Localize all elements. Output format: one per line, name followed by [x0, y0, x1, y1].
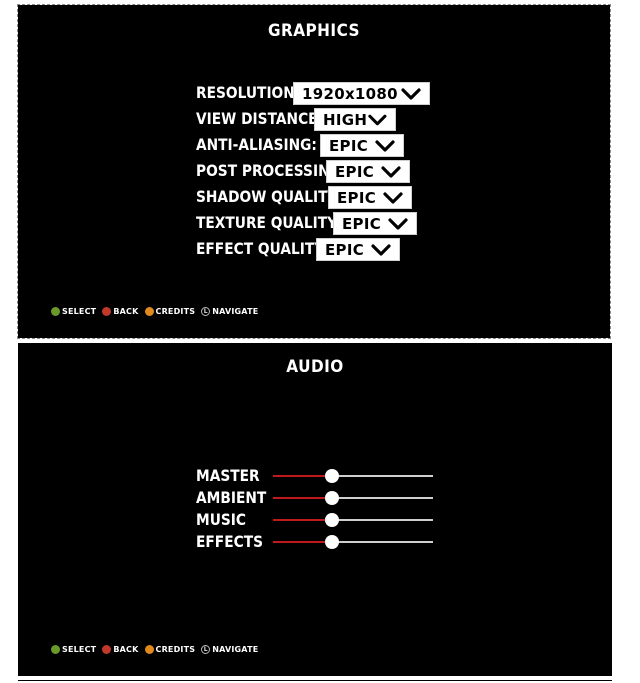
- effects-slider[interactable]: [273, 534, 433, 550]
- select-hint[interactable]: SELECT: [51, 307, 96, 316]
- slider-fill: [273, 475, 333, 477]
- green-button-icon: [51, 645, 60, 654]
- master-label: MASTER: [196, 466, 260, 485]
- credits-hint-label: CREDITS: [155, 645, 196, 654]
- ambient-label: AMBIENT: [196, 488, 267, 507]
- credits-hint-label: CREDITS: [155, 307, 196, 316]
- slider-fill: [273, 497, 333, 499]
- slider-fill: [273, 519, 333, 521]
- orange-button-icon: [144, 307, 154, 316]
- texture-quality-label: TEXTURE QUALITY:: [196, 213, 342, 232]
- select-hint-label: SELECT: [62, 645, 97, 654]
- graphics-panel: GRAPHICS RESOLUTION: 1920x1080 VIEW DIST…: [17, 4, 611, 339]
- effects-label: EFFECTS: [196, 532, 263, 551]
- select-hint[interactable]: SELECT: [51, 645, 96, 654]
- red-button-icon: [102, 307, 112, 316]
- audio-title: AUDIO: [286, 357, 344, 377]
- anti-aliasing-value: EPIC: [329, 136, 369, 155]
- slider-thumb[interactable]: [325, 513, 340, 527]
- navigate-hint-label: NAVIGATE: [212, 645, 259, 654]
- music-label: MUSIC: [196, 510, 247, 529]
- resolution-label: RESOLUTION:: [196, 83, 301, 102]
- chevron-down-icon: [375, 139, 395, 152]
- shadow-quality-label: SHADOW QUALITY:: [196, 187, 342, 206]
- chevron-down-icon: [383, 191, 403, 204]
- effect-quality-label: EFFECT QUALITY:: [196, 239, 329, 258]
- post-processing-value: EPIC: [335, 162, 375, 181]
- navigate-hint-label: NAVIGATE: [212, 307, 259, 316]
- texture-quality-value: EPIC: [342, 214, 382, 233]
- navigate-hint: L NAVIGATE: [201, 307, 258, 316]
- slider-thumb[interactable]: [325, 535, 340, 549]
- orange-button-icon: [144, 645, 154, 654]
- shadow-quality-dropdown[interactable]: EPIC: [328, 186, 412, 209]
- credits-hint[interactable]: CREDITS: [144, 645, 196, 654]
- resolution-dropdown[interactable]: 1920x1080: [293, 82, 430, 105]
- back-hint-label: BACK: [113, 307, 139, 316]
- left-stick-icon: L: [201, 307, 211, 316]
- chevron-down-icon: [381, 165, 401, 178]
- post-processing-dropdown[interactable]: EPIC: [326, 160, 410, 183]
- graphics-title: GRAPHICS: [267, 21, 361, 41]
- bottom-divider: [18, 680, 612, 681]
- navigate-hint: L NAVIGATE: [201, 645, 258, 654]
- view-distance-value: HIGH: [323, 110, 368, 129]
- audio-panel: AUDIO MASTER AMBIENT MUSIC EFFECTS SELEC…: [18, 343, 612, 676]
- shadow-quality-value: EPIC: [337, 188, 377, 207]
- resolution-value: 1920x1080: [302, 84, 398, 103]
- slider-thumb[interactable]: [325, 469, 340, 483]
- anti-aliasing-dropdown[interactable]: EPIC: [320, 134, 404, 157]
- post-processing-label: POST PROCESSING:: [196, 161, 347, 180]
- back-hint-label: BACK: [113, 645, 139, 654]
- music-slider[interactable]: [273, 512, 433, 528]
- back-hint[interactable]: BACK: [102, 645, 138, 654]
- back-hint[interactable]: BACK: [102, 307, 138, 316]
- ambient-slider[interactable]: [273, 490, 433, 506]
- chevron-down-icon: [388, 217, 408, 230]
- slider-thumb[interactable]: [325, 491, 340, 505]
- view-distance-dropdown[interactable]: HIGH: [314, 108, 396, 131]
- select-hint-label: SELECT: [62, 307, 97, 316]
- chevron-down-icon: [401, 87, 421, 100]
- slider-fill: [273, 541, 333, 543]
- view-distance-label: VIEW DISTANCE:: [196, 109, 324, 128]
- green-button-icon: [51, 307, 60, 316]
- effect-quality-value: EPIC: [325, 240, 365, 259]
- texture-quality-dropdown[interactable]: EPIC: [333, 212, 417, 235]
- left-stick-icon: L: [201, 645, 211, 654]
- graphics-footer-hints: SELECT BACK CREDITS L NAVIGATE: [51, 307, 258, 316]
- chevron-down-icon: [368, 114, 387, 125]
- anti-aliasing-label: ANTI-ALIASING:: [196, 135, 317, 154]
- audio-footer-hints: SELECT BACK CREDITS L NAVIGATE: [51, 645, 258, 654]
- master-slider[interactable]: [273, 468, 433, 484]
- effect-quality-dropdown[interactable]: EPIC: [316, 238, 400, 261]
- chevron-down-icon: [371, 243, 391, 256]
- red-button-icon: [102, 645, 112, 654]
- credits-hint[interactable]: CREDITS: [144, 307, 196, 316]
